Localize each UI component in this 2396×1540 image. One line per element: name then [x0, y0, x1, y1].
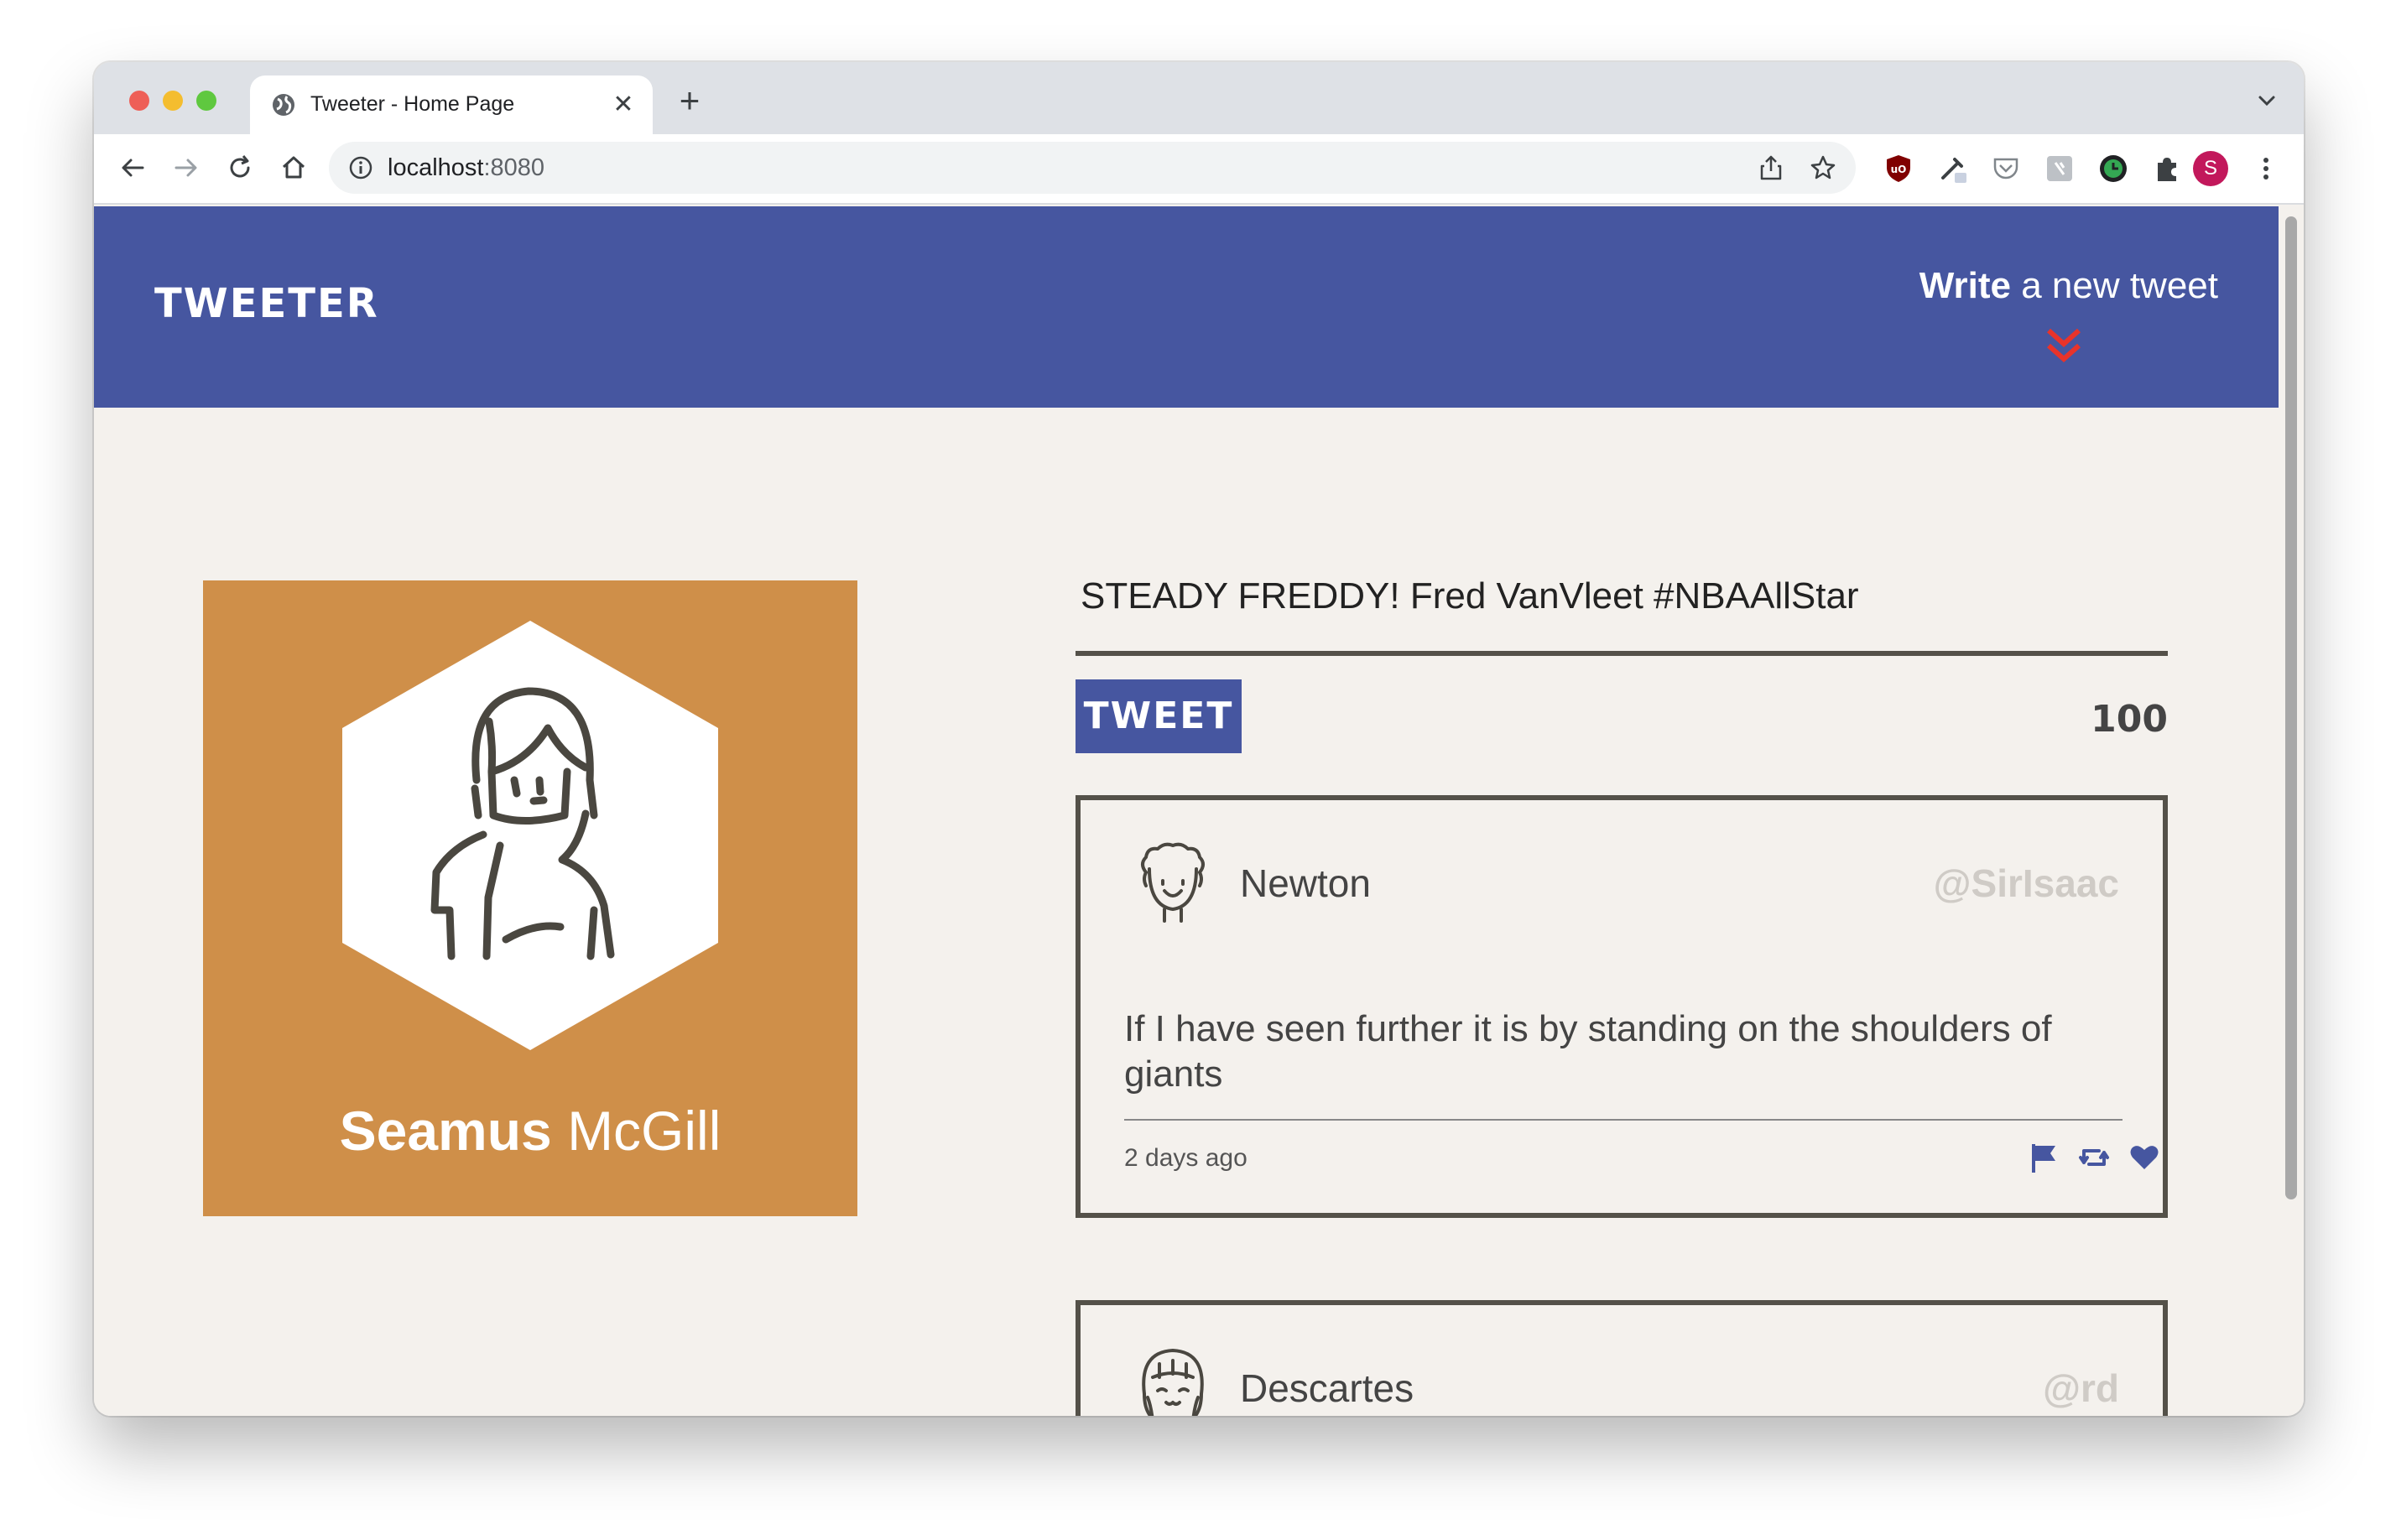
chevron-down-icon[interactable] [2255, 89, 2279, 112]
close-tab-icon[interactable]: ✕ [609, 91, 638, 119]
tweet-timestamp: 2 days ago [1124, 1144, 1247, 1172]
close-window-button[interactable] [129, 91, 149, 111]
double-chevron-down-icon[interactable] [2045, 325, 2082, 366]
browser-toolbar: localhost:8080 uO S [94, 134, 2304, 205]
back-arrow-icon[interactable] [116, 151, 149, 185]
retweet-icon[interactable] [2077, 1141, 2111, 1174]
ublock-extension-icon[interactable]: uO [1883, 153, 1914, 185]
more-vertical-icon[interactable] [2250, 153, 2282, 185]
character-counter: 100 [2091, 698, 2168, 741]
profile-card: Seamus McGill [203, 580, 857, 1216]
info-icon[interactable] [347, 154, 374, 181]
bookmark-star-icon[interactable] [1809, 153, 1837, 182]
clock-extension-icon[interactable] [2097, 153, 2129, 185]
puzzle-extensions-icon[interactable] [2151, 153, 2183, 185]
globe-icon [273, 94, 294, 116]
reload-icon[interactable] [223, 151, 257, 185]
home-icon[interactable] [277, 151, 310, 185]
tab-title: Tweeter - Home Page [310, 92, 515, 116]
site-header: TWEETER Write a new tweet [94, 206, 2279, 408]
flag-icon[interactable] [2027, 1141, 2060, 1174]
browser-window: Tweeter - Home Page ✕ + localhost:8080 u… [94, 62, 2304, 1416]
browser-tab[interactable]: Tweeter - Home Page ✕ [250, 75, 653, 134]
newton-avatar [1141, 842, 1205, 923]
gray-extension-icon[interactable] [2044, 153, 2076, 185]
tab-strip: Tweeter - Home Page ✕ + [94, 62, 2304, 134]
new-tab-icon[interactable]: + [673, 83, 706, 118]
svg-text:uO: uO [1891, 164, 1907, 175]
url-text[interactable]: localhost:8080 [388, 154, 544, 182]
tweet-divider [1124, 1119, 2123, 1121]
heart-icon[interactable] [2128, 1141, 2161, 1174]
tweet-card: Descartes @rd [1076, 1300, 2168, 1416]
tweet-author-handle: @SirIsaac [1933, 861, 2119, 905]
color-picker-extension-icon[interactable] [1936, 153, 1968, 185]
tweet-author-name: Newton [1240, 861, 1371, 905]
tweet-author-name: Descartes [1240, 1366, 1414, 1410]
tweet-author-handle: @rd [2043, 1366, 2119, 1410]
tweet-compose-input[interactable]: STEADY FREDDY! Fred VanVleet #NBAAllStar [1081, 575, 1859, 617]
write-tweet-toggle[interactable]: Write a new tweet [1919, 265, 2218, 307]
profile-avatar [342, 621, 718, 1050]
tweet-card: Newton @SirIsaac If I have seen further … [1076, 795, 2168, 1218]
minimize-window-button[interactable] [163, 91, 183, 111]
zoom-window-button[interactable] [196, 91, 216, 111]
profile-avatar-button[interactable]: S [2193, 151, 2228, 186]
address-bar[interactable]: localhost:8080 [329, 142, 1856, 194]
descartes-avatar [1142, 1349, 1204, 1416]
share-icon[interactable] [1757, 153, 1785, 182]
pocket-extension-icon[interactable] [1990, 153, 2022, 185]
scrollbar-thumb[interactable] [2285, 216, 2297, 1199]
tweet-body: If I have seen further it is by standing… [1124, 1008, 2052, 1095]
profile-name: Seamus McGill [339, 1100, 721, 1162]
site-logo[interactable]: TWEETER [154, 280, 379, 327]
compose-divider [1076, 651, 2168, 656]
tweet-submit-button[interactable]: TWEET [1076, 679, 1242, 753]
page-viewport: TWEETER Write a new tweet Seamus McGill … [94, 206, 2279, 1416]
forward-arrow-icon[interactable] [169, 151, 203, 185]
